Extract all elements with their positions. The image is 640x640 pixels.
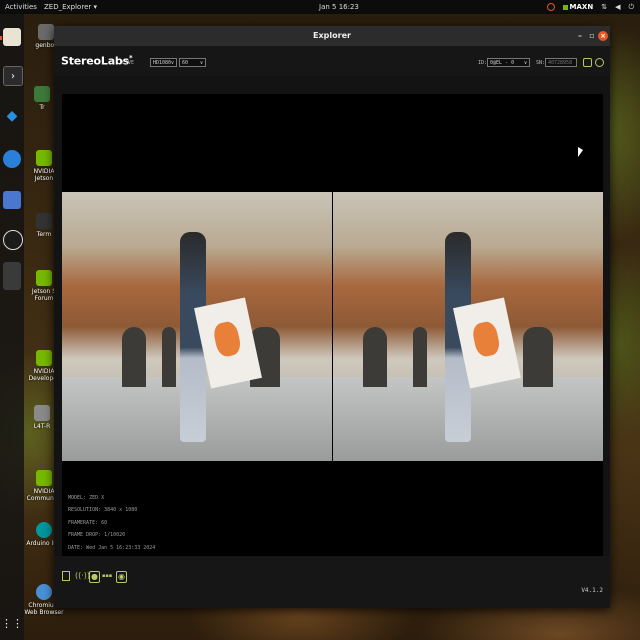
overlay-resolution: RESOLUTION: 3840 x 1080 bbox=[68, 507, 138, 514]
right-camera-view bbox=[333, 192, 603, 461]
overlay-date: DATE: Wed Jan 5 16:23:33 2024 bbox=[68, 544, 156, 551]
terminal-icon[interactable]: › bbox=[3, 66, 23, 86]
vscode-icon[interactable]: ◆ bbox=[3, 107, 21, 125]
version-label: V4.1.2 bbox=[581, 587, 603, 594]
live-indicator: LIVE bbox=[122, 60, 135, 66]
clock[interactable]: Jan 5 16:23 bbox=[319, 0, 359, 14]
terminal-icon bbox=[36, 213, 52, 229]
activities-button[interactable]: Activities bbox=[5, 0, 37, 14]
camera-id-select[interactable]: 0@EL - 0 ∨ bbox=[487, 58, 530, 67]
camera-settings-icon[interactable] bbox=[583, 58, 592, 67]
minimize-button[interactable]: – bbox=[575, 31, 585, 41]
overlay-frame-drop: FRAME DROP: 1/10020 bbox=[68, 532, 126, 539]
arch bbox=[363, 327, 387, 387]
video-viewer[interactable]: MODEL: ZED X RESOLUTION: 3840 x 1080 FRA… bbox=[62, 94, 603, 556]
nvidia-logo-icon bbox=[36, 270, 52, 286]
app-menu[interactable]: ZED_Explorer ▾ bbox=[44, 0, 97, 14]
obs-icon[interactable] bbox=[3, 230, 23, 250]
arch bbox=[122, 327, 146, 387]
fps-select[interactable]: 60 ∨ bbox=[179, 58, 206, 67]
window-titlebar[interactable]: Explorer – ▫ × bbox=[54, 26, 610, 46]
files-icon[interactable] bbox=[3, 28, 21, 46]
chromium-icon bbox=[36, 584, 52, 600]
home-folder-icon bbox=[38, 24, 54, 40]
system-tray: MAXN ⇅ ◀ ⏻ bbox=[546, 0, 634, 14]
serial-number-field: 40728958 bbox=[545, 58, 577, 67]
arch bbox=[413, 327, 427, 387]
overlay-model: MODEL: ZED X bbox=[68, 495, 105, 501]
chevron-down-icon: ∨ bbox=[523, 60, 527, 66]
network-icon[interactable]: ⇅ bbox=[601, 0, 607, 14]
active-indicator bbox=[0, 36, 2, 40]
chevron-down-icon: ∨ bbox=[199, 60, 203, 66]
nvidia-logo-icon bbox=[36, 470, 52, 486]
camera-id-label: ID: bbox=[478, 60, 488, 66]
system-top-bar: Activities ZED_Explorer ▾ Jan 5 16:23 MA… bbox=[0, 0, 640, 14]
dock: › ◆ ⋮⋮ bbox=[0, 14, 24, 640]
arch bbox=[162, 327, 176, 387]
gear-icon[interactable] bbox=[595, 58, 604, 67]
chevron-down-icon: ∨ bbox=[170, 60, 174, 66]
serial-number-label: SN: bbox=[536, 60, 546, 66]
overlay-framerate: FRAMERATE: 60 bbox=[68, 519, 108, 526]
maximize-button[interactable]: ▫ bbox=[587, 31, 597, 41]
broadcast-icon[interactable]: ((·)) bbox=[75, 571, 90, 581]
screenshot-tool-icon[interactable] bbox=[3, 191, 21, 209]
nvidia-logo-icon bbox=[36, 350, 52, 366]
window-title: Explorer bbox=[313, 31, 351, 40]
nvidia-icon[interactable] bbox=[546, 3, 555, 11]
zed-explorer-window: Explorer – ▫ × StereoLabs* LIVE HD1080 ∨ … bbox=[54, 26, 610, 608]
arch bbox=[523, 327, 553, 387]
trash-icon bbox=[34, 86, 50, 102]
folder-icon[interactable] bbox=[62, 571, 70, 581]
chromium-icon[interactable] bbox=[3, 150, 21, 168]
bottom-toolbar: ((·)) ● ▪▪▪ ◉ V4.1.2 bbox=[54, 556, 610, 608]
zed-explorer-icon[interactable] bbox=[3, 262, 21, 290]
document-icon bbox=[34, 405, 50, 421]
close-button[interactable]: × bbox=[598, 31, 608, 41]
volume-icon[interactable]: ◀ bbox=[615, 0, 620, 14]
explorer-toolbar: StereoLabs* LIVE HD1080 ∨ 60 ∨ ID: 0@EL - … bbox=[54, 46, 610, 76]
depth-icon[interactable]: ▪▪▪ bbox=[102, 571, 112, 581]
camera-icon[interactable]: ◉ bbox=[116, 571, 127, 583]
mouse-cursor bbox=[578, 147, 583, 157]
nvidia-logo-icon bbox=[36, 150, 52, 166]
power-mode-indicator[interactable]: MAXN bbox=[563, 0, 594, 14]
power-icon[interactable]: ⏻ bbox=[628, 0, 634, 14]
arduino-icon bbox=[36, 522, 52, 538]
camera-info-overlay: MODEL: ZED X RESOLUTION: 3840 x 1080 FRA… bbox=[68, 492, 155, 554]
record-icon[interactable]: ● bbox=[89, 571, 100, 583]
resolution-select[interactable]: HD1080 ∨ bbox=[150, 58, 177, 67]
left-camera-view bbox=[62, 192, 332, 461]
show-apps-icon[interactable]: ⋮⋮ bbox=[1, 614, 23, 632]
